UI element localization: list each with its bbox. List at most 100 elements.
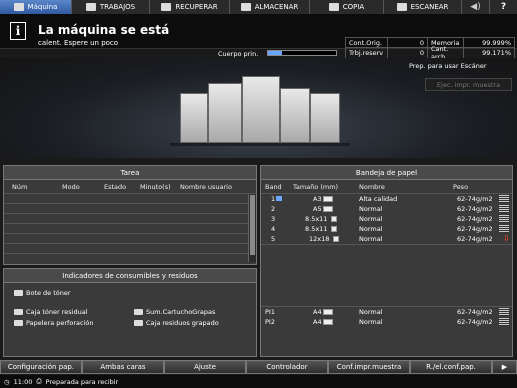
cuerpo-label: Cuerpo prin. bbox=[218, 50, 259, 58]
paper-icon bbox=[331, 226, 337, 232]
tray-row-2[interactable]: 2 A5 Normal 62-74g/m2 bbox=[261, 204, 510, 214]
caja-residuos-item: Caja residuos grapado bbox=[134, 319, 219, 327]
paper-level-icon bbox=[499, 215, 509, 223]
paper-icon bbox=[331, 216, 337, 222]
tray-row-5[interactable]: 5 12x18 Normal 62-74g/m2 ⇩ bbox=[261, 234, 510, 244]
footer-status: ◷ 11:00 ⎙ Preparada para recibir bbox=[0, 375, 517, 388]
top-tab-bar: Máquina TRABAJOS RECUPERAR ALMACENAR COP… bbox=[0, 0, 517, 14]
ajuste-button[interactable]: Ajuste bbox=[164, 360, 246, 374]
staple-cartridge-icon bbox=[134, 309, 143, 315]
col-minutos: Minuto(s) bbox=[140, 183, 171, 191]
machine-unit bbox=[280, 88, 310, 143]
selected-indicator-icon bbox=[276, 196, 282, 201]
tray-row-4[interactable]: 4 8.5x11 Normal 62-74g/m2 bbox=[261, 224, 510, 234]
trbj-reserv-label: Trbj.reserv bbox=[346, 48, 388, 58]
toner-level-fill bbox=[268, 51, 282, 55]
paper-level-icon bbox=[499, 205, 509, 213]
col-peso: Peso bbox=[453, 183, 469, 191]
bandeja-panel: Bandeja de papel Band Tamaño (mm) Nombre… bbox=[260, 165, 513, 357]
tray-row-1[interactable]: 1 A3 Alta calidad 62-74g/m2 bbox=[261, 194, 510, 204]
paper-level-icon bbox=[499, 308, 509, 316]
tray-row-pi1[interactable]: PI1 A4 Normal 62-74g/m2 bbox=[261, 307, 510, 317]
printer-icon: ⎙ bbox=[36, 377, 42, 385]
col-nombre: Nombre bbox=[359, 183, 385, 191]
paper-empty-warning-icon: ⇩ bbox=[503, 234, 510, 243]
tray-row-3[interactable]: 3 8.5x11 Normal 62-74g/m2 bbox=[261, 214, 510, 224]
tarea-scrollbar[interactable] bbox=[248, 194, 256, 262]
cant-arch-value: 99.171% bbox=[482, 49, 511, 57]
speaker-icon[interactable]: ◀) bbox=[462, 0, 490, 14]
col-modo: Modo bbox=[62, 183, 80, 191]
punch-waste-icon bbox=[14, 320, 23, 326]
conf-impr-muestra-button[interactable]: Conf.impr.muestra bbox=[328, 360, 410, 374]
recall-icon bbox=[161, 3, 172, 11]
status-subtitle: calent. Espere un poco bbox=[38, 39, 119, 47]
paper-icon bbox=[333, 236, 339, 242]
paper-icon bbox=[323, 196, 333, 202]
copy-icon bbox=[328, 3, 339, 11]
bandeja-title: Bandeja de papel bbox=[261, 166, 512, 180]
clock-time: 11:00 bbox=[13, 377, 33, 386]
papelera-item: Papelera perforación bbox=[14, 319, 93, 327]
tab-escanear[interactable]: ESCANEAR bbox=[384, 0, 462, 14]
controlador-button[interactable]: Controlador bbox=[246, 360, 328, 374]
store-icon bbox=[240, 3, 251, 11]
tab-almacenar[interactable]: ALMACENAR bbox=[230, 0, 310, 14]
bottom-button-bar: Configuración pap. Ambas caras Ajuste Co… bbox=[0, 360, 517, 374]
prep-status: Prep. para usar Escáner bbox=[409, 62, 487, 70]
counters-panel: Cont.Orig. 0 Memoria 99.999% Trbj.reserv… bbox=[345, 37, 515, 61]
paper-level-icon bbox=[499, 195, 509, 203]
tray-row-pi2[interactable]: PI2 A4 Normal 62-74g/m2 bbox=[261, 317, 510, 327]
machine-shadow bbox=[170, 143, 350, 146]
paper-level-icon bbox=[499, 318, 509, 326]
paper-level-icon bbox=[499, 225, 509, 233]
trbj-reserv-value: 0 bbox=[388, 48, 428, 58]
cant-arch-label: Cant. arch. bbox=[428, 45, 464, 61]
machine-unit bbox=[180, 93, 208, 143]
tab-copia[interactable]: COPIA bbox=[310, 0, 384, 14]
waste-toner-box-icon bbox=[14, 309, 23, 315]
footer-status-text: Preparada para recibir bbox=[45, 377, 119, 386]
configuracion-pap-button[interactable]: Configuración pap. bbox=[0, 360, 82, 374]
scrollbar-thumb[interactable] bbox=[250, 195, 255, 255]
counter-row-1: Cont.Orig. 0 Memoria 99.999% bbox=[345, 37, 515, 48]
consumibles-title: Indicadores de consumibles y residuos bbox=[4, 269, 256, 283]
machine-unit bbox=[310, 93, 340, 143]
jobs-icon bbox=[85, 3, 96, 11]
machine-illustration bbox=[0, 58, 517, 158]
col-estado: Estado bbox=[104, 183, 127, 191]
col-num: Núm bbox=[12, 183, 28, 191]
staple-waste-icon bbox=[134, 320, 143, 326]
help-icon[interactable]: ? bbox=[490, 0, 517, 14]
tarea-title: Tarea bbox=[4, 166, 256, 180]
ambas-caras-button[interactable]: Ambas caras bbox=[82, 360, 164, 374]
memoria-value: 99.999% bbox=[482, 38, 511, 47]
machine-unit bbox=[242, 76, 280, 143]
col-tamano: Tamaño (mm) bbox=[293, 183, 339, 191]
rel-conf-pap-button[interactable]: R./el.conf.pap. bbox=[410, 360, 492, 374]
next-arrow-button[interactable]: ▶ bbox=[492, 360, 517, 374]
caja-toner-item: Caja tóner residual bbox=[14, 308, 88, 316]
bote-toner-item: Bote de tóner bbox=[14, 289, 71, 297]
tarea-panel: Tarea Núm Modo Estado Minuto(s) Nombre u… bbox=[3, 165, 257, 265]
tab-maquina[interactable]: Máquina bbox=[0, 0, 72, 14]
cont-orig-label: Cont.Orig. bbox=[346, 38, 388, 47]
toner-bottle-icon bbox=[14, 290, 23, 296]
paper-icon bbox=[323, 319, 333, 325]
toner-level-bar bbox=[267, 50, 337, 56]
clock-icon: ◷ bbox=[4, 377, 10, 386]
info-icon: i bbox=[10, 22, 26, 40]
tab-trabajos[interactable]: TRABAJOS bbox=[72, 0, 150, 14]
tab-recuperar[interactable]: RECUPERAR bbox=[150, 0, 230, 14]
col-band: Band bbox=[265, 183, 282, 191]
machine-icon bbox=[13, 3, 24, 11]
scan-icon bbox=[396, 3, 407, 11]
col-nombre-usuario: Nombre usuario bbox=[180, 183, 232, 191]
paper-icon bbox=[323, 309, 333, 315]
cont-orig-value: 0 bbox=[388, 38, 428, 47]
paper-icon bbox=[323, 206, 333, 212]
consumibles-panel: Indicadores de consumibles y residuos Bo… bbox=[3, 268, 257, 357]
machine-unit bbox=[208, 83, 242, 143]
sum-cartucho-item: Sum.CartuchoGrapas bbox=[134, 308, 215, 316]
ejec-impr-muestra-button[interactable]: Ejec. impr. muestra bbox=[425, 78, 512, 91]
